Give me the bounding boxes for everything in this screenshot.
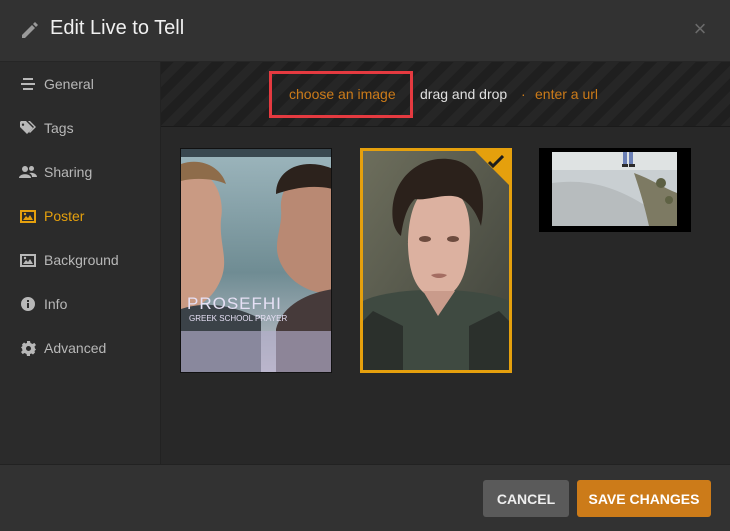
- sidebar: General Tags Sharing Poster Background I…: [0, 62, 161, 464]
- list-icon: [19, 75, 37, 93]
- pencil-icon: [22, 22, 38, 38]
- sidebar-item-label: Info: [44, 296, 68, 312]
- sidebar-item-label: Advanced: [44, 340, 107, 356]
- separator: ·: [521, 86, 526, 102]
- gear-icon: [19, 339, 37, 357]
- upload-bar[interactable]: choose an image drag and drop · enter a …: [161, 62, 730, 127]
- users-icon: [19, 163, 37, 181]
- sidebar-item-tags[interactable]: Tags: [0, 106, 161, 150]
- tag-icon: [19, 119, 37, 137]
- sidebar-item-label: General: [44, 76, 94, 92]
- image-icon: [19, 207, 37, 225]
- sidebar-item-info[interactable]: Info: [0, 282, 161, 326]
- dialog-footer: CANCEL SAVE CHANGES: [0, 464, 730, 531]
- sidebar-item-advanced[interactable]: Advanced: [0, 326, 161, 370]
- info-icon: [19, 295, 37, 313]
- sidebar-item-label: Poster: [44, 208, 85, 224]
- poster-option-3[interactable]: [539, 148, 691, 232]
- sidebar-item-label: Background: [44, 252, 119, 268]
- sidebar-item-label: Tags: [44, 120, 74, 136]
- edit-dialog: Edit Live to Tell × General Tags Sharing: [0, 0, 730, 531]
- drag-and-drop-label: drag and drop: [420, 86, 508, 102]
- sidebar-item-general[interactable]: General: [0, 62, 161, 106]
- poster-subtitle: GREEK SCHOOL PRAYER: [189, 314, 288, 323]
- close-icon[interactable]: ×: [688, 17, 712, 41]
- poster-option-2[interactable]: [360, 148, 512, 373]
- save-changes-button[interactable]: SAVE CHANGES: [577, 480, 711, 517]
- enter-url-link[interactable]: enter a url: [535, 86, 598, 102]
- poster-image: [539, 148, 691, 232]
- sidebar-item-sharing[interactable]: Sharing: [0, 150, 161, 194]
- cancel-button[interactable]: CANCEL: [483, 480, 569, 517]
- sidebar-item-poster[interactable]: Poster: [0, 194, 161, 238]
- poster-option-1[interactable]: PROSEFHI GREEK SCHOOL PRAYER: [180, 148, 332, 373]
- image-icon: [19, 251, 37, 269]
- dialog-title: Edit Live to Tell: [50, 17, 185, 39]
- poster-panel: choose an image drag and drop · enter a …: [161, 62, 730, 464]
- choose-image-link[interactable]: choose an image: [289, 86, 396, 102]
- dialog-header: Edit Live to Tell ×: [0, 0, 730, 62]
- sidebar-item-background[interactable]: Background: [0, 238, 161, 282]
- checkmark-icon: [488, 155, 504, 168]
- poster-image: [181, 149, 331, 372]
- sidebar-item-label: Sharing: [44, 164, 93, 180]
- poster-title: PROSEFHI: [187, 294, 282, 313]
